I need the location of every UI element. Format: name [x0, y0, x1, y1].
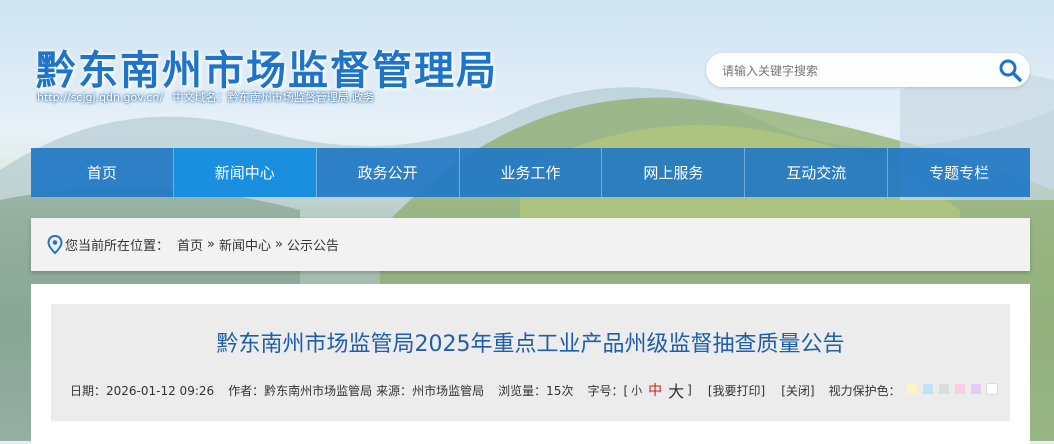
nav-item-gov-affairs[interactable]: 政务公开: [317, 148, 460, 197]
eye-care-swatches: [901, 383, 998, 397]
article-title: 黔东南州市场监管局2025年重点工业产品州级监督抽查质量公告: [216, 332, 845, 357]
breadcrumb-separator: »: [275, 237, 283, 252]
search-icon[interactable]: [998, 58, 1022, 82]
nav-item-home[interactable]: 首页: [31, 148, 174, 197]
font-size-small-button[interactable]: 小: [631, 382, 642, 398]
nav-item-special-topics[interactable]: 专题专栏: [888, 148, 1030, 197]
font-size-large-button[interactable]: 大: [668, 378, 684, 402]
eye-care-color-swatch[interactable]: [970, 384, 981, 394]
search-input[interactable]: [720, 60, 984, 82]
article-source: 来源：州市场监管局: [376, 383, 485, 398]
font-size-close-bracket: ]: [687, 383, 692, 397]
nav-item-business[interactable]: 业务工作: [460, 148, 603, 197]
breadcrumb-news[interactable]: 新闻中心: [219, 235, 271, 254]
eye-care-color-swatch[interactable]: [985, 383, 998, 395]
main-nav: 首页 新闻中心 政务公开 业务工作 网上服务 互动交流 专题专栏: [31, 148, 1030, 197]
breadcrumb-label: 您当前所在位置：: [65, 239, 170, 254]
eye-care-color-swatch[interactable]: [954, 384, 965, 394]
article-date: 日期：2026-01-12 09:26: [70, 383, 215, 398]
nav-item-interaction[interactable]: 互动交流: [745, 148, 889, 197]
search-box: [706, 53, 1030, 87]
breadcrumb: 您当前所在位置： 首页 » 新闻中心 » 公示公告: [31, 218, 1030, 271]
eye-care-label: 视力保护色：: [828, 383, 901, 398]
breadcrumb-announcements[interactable]: 公示公告: [287, 235, 339, 254]
domain-line: http://scjgj.qdn.gov.cn/ 中文域名：黔东南州市场监督管理…: [37, 89, 380, 105]
domain-cn: 中文域名：黔东南州市场监督管理局.政务: [172, 91, 375, 104]
print-button[interactable]: [我要打印]: [708, 382, 765, 399]
nav-item-online-service[interactable]: 网上服务: [602, 148, 746, 197]
article-meta: 日期：2026-01-12 09:26 作者：黔东南州市场监管局 来源：州市场监…: [70, 378, 998, 402]
article-header: 黔东南州市场监管局2025年重点工业产品州级监督抽查质量公告 日期：2026-0…: [51, 304, 1010, 421]
article-views: 浏览量：15次: [498, 383, 574, 398]
font-size-medium-button[interactable]: 中: [648, 380, 662, 400]
breadcrumb-separator: »: [207, 237, 215, 252]
eye-care-color-swatch[interactable]: [922, 384, 933, 394]
location-pin-icon: [47, 234, 63, 255]
article-card: 黔东南州市场监管局2025年重点工业产品州级监督抽查质量公告 日期：2026-0…: [31, 284, 1030, 444]
nav-item-news[interactable]: 新闻中心: [173, 148, 317, 197]
site-title: 黔东南州市场监督管理局: [36, 48, 498, 94]
font-size-label: 字号：[: [587, 383, 629, 398]
domain-en[interactable]: http://scjgj.qdn.gov.cn/: [37, 91, 163, 104]
article-author: 作者：黔东南州市场监管局: [228, 383, 373, 398]
breadcrumb-home[interactable]: 首页: [177, 235, 203, 254]
eye-care-color-swatch[interactable]: [938, 384, 949, 394]
eye-care-color-swatch[interactable]: [906, 384, 917, 394]
close-button[interactable]: [关闭]: [781, 382, 814, 399]
